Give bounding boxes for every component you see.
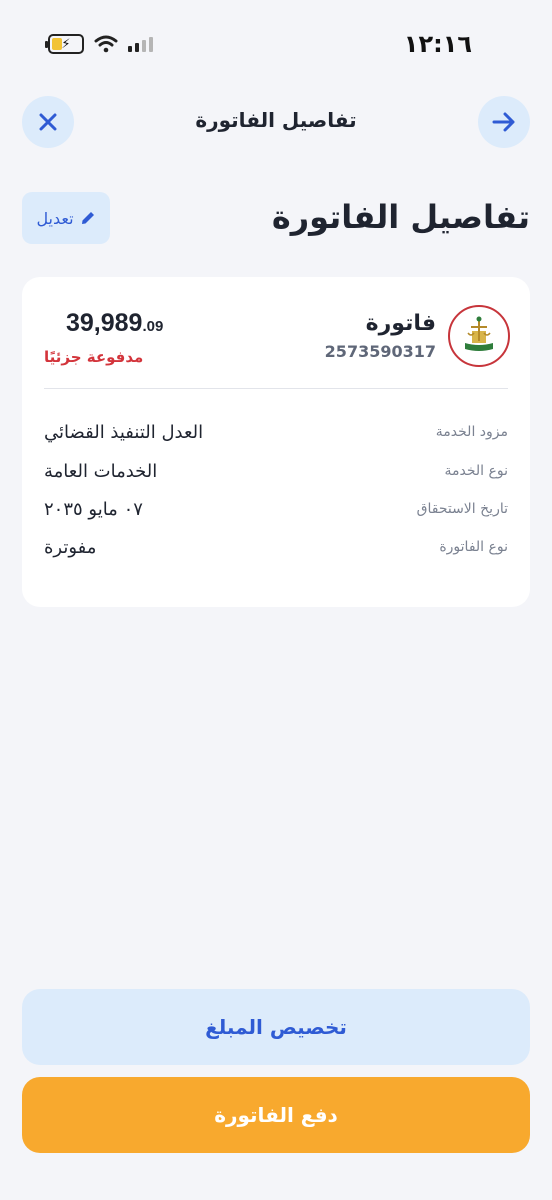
detail-row-service-type: نوع الخدمة الخدمات العامة <box>44 461 508 489</box>
pay-invoice-button[interactable]: دفع الفاتورة <box>22 1077 530 1153</box>
invoice-label: فاتورة <box>365 311 436 336</box>
invoice-number: 2573590317 <box>324 342 436 361</box>
detail-value: مفوترة <box>44 537 97 558</box>
detail-label: مزود الخدمة <box>435 424 508 440</box>
payment-status: مدفوعة جزئيًا <box>44 348 144 366</box>
detail-value: ٠٧ مايو ٢٠٣٥ <box>44 499 143 520</box>
ministry-of-justice-logo <box>448 305 510 367</box>
detail-label: نوع الفاتورة <box>439 539 508 555</box>
invoice-amount: 39,989.09 <box>66 309 163 338</box>
status-time: ١٢:١٦ <box>403 30 472 58</box>
allocate-amount-button[interactable]: تخصيص المبلغ <box>22 989 530 1065</box>
detail-row-invoice-type: نوع الفاتورة مفوترة <box>44 537 508 565</box>
back-button[interactable] <box>478 96 530 148</box>
nav-title: تفاصيل الفاتورة <box>195 108 357 132</box>
detail-label: تاريخ الاستحقاق <box>416 501 508 517</box>
edit-button[interactable]: تعديل <box>22 192 110 244</box>
amount-fraction: .09 <box>142 318 164 335</box>
top-nav: تفاصيل الفاتورة <box>0 96 552 148</box>
divider <box>44 388 508 389</box>
arrow-right-icon <box>492 112 515 132</box>
detail-row-due-date: تاريخ الاستحقاق ٠٧ مايو ٢٠٣٥ <box>44 499 508 527</box>
edit-label: تعديل <box>36 208 74 228</box>
detail-row-provider: مزود الخدمة العدل التنفيذ القضائي <box>44 422 508 450</box>
detail-value: العدل التنفيذ القضائي <box>44 422 204 443</box>
status-icons: ⚡ <box>45 34 153 54</box>
wifi-icon <box>94 35 118 53</box>
detail-label: نوع الخدمة <box>444 463 508 479</box>
detail-value: الخدمات العامة <box>44 461 158 482</box>
page-title: تفاصيل الفاتورة <box>271 198 530 236</box>
battery-charging-icon: ⚡ <box>45 34 84 54</box>
status-bar: ⚡ ١٢:١٦ <box>0 0 552 90</box>
amount-main: 39,989 <box>66 309 143 337</box>
signal-icon <box>128 36 153 52</box>
invoice-card: فاتورة 2573590317 39,989.09 مدفوعة جزئيً… <box>22 277 530 607</box>
pencil-icon <box>81 212 94 224</box>
